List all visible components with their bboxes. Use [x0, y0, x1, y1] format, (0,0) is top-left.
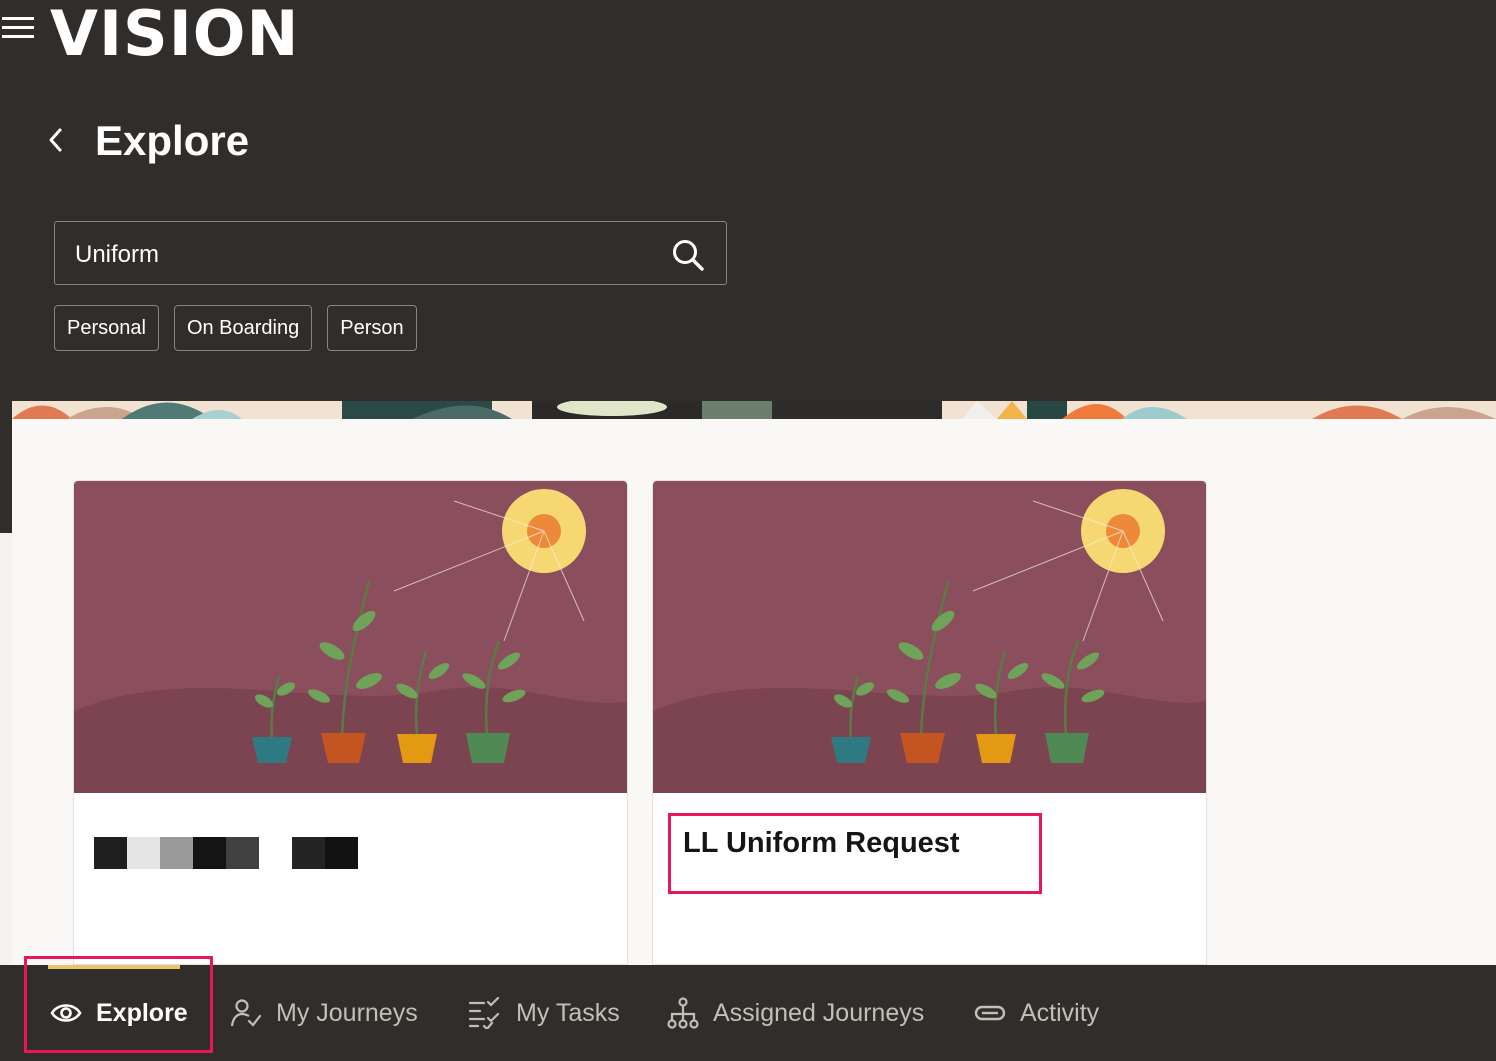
hamburger-menu-icon[interactable]	[2, 17, 34, 41]
nav-tab-assigned-journeys[interactable]: Assigned Journeys	[667, 965, 924, 1061]
back-button[interactable]	[40, 122, 72, 158]
nav-tab-my-tasks[interactable]: My Tasks	[468, 965, 620, 1061]
hierarchy-icon	[667, 997, 699, 1029]
eye-icon	[50, 1004, 82, 1022]
bottom-nav: Explore My Journeys My Tasks Assigned Jo…	[12, 965, 1496, 1061]
nav-tab-activity[interactable]: Activity	[974, 965, 1099, 1061]
left-strip	[0, 533, 12, 965]
nav-tab-label: Assigned Journeys	[713, 998, 925, 1027]
search-icon[interactable]	[671, 238, 705, 272]
plants-sun-illustration	[653, 481, 1206, 793]
filter-chips: Personal On Boarding Person	[54, 305, 417, 351]
filter-chip-person[interactable]: Person	[327, 305, 417, 351]
filter-chip-personal[interactable]: Personal	[54, 305, 159, 351]
decorative-banner	[12, 401, 1496, 419]
card-title[interactable]: LL Uniform Request	[683, 827, 960, 860]
checklist-icon	[468, 997, 500, 1029]
search-input[interactable]	[73, 236, 647, 274]
search-box	[54, 221, 727, 285]
nav-tab-my-journeys[interactable]: My Journeys	[230, 965, 418, 1061]
app-logo[interactable]: VISION	[50, 0, 299, 72]
nav-tab-label: My Journeys	[276, 998, 418, 1027]
plants-sun-illustration	[74, 481, 627, 793]
top-bar: VISION	[0, 0, 1496, 70]
page-header: Explore	[0, 100, 1496, 180]
nav-tab-label: Explore	[96, 998, 188, 1027]
person-check-icon	[230, 999, 262, 1027]
redacted-card-title	[74, 803, 622, 897]
journey-card[interactable]: LL Uniform Request	[652, 480, 1207, 965]
nav-tab-explore[interactable]: Explore	[50, 965, 188, 1061]
nav-tab-label: My Tasks	[516, 998, 620, 1027]
page-title: Explore	[95, 117, 250, 164]
journey-card[interactable]	[73, 480, 628, 965]
nav-tab-label: Activity	[1020, 998, 1100, 1027]
filter-chip-on-boarding[interactable]: On Boarding	[173, 305, 313, 351]
chevron-left-icon	[49, 128, 62, 152]
pill-icon	[974, 1005, 1006, 1021]
